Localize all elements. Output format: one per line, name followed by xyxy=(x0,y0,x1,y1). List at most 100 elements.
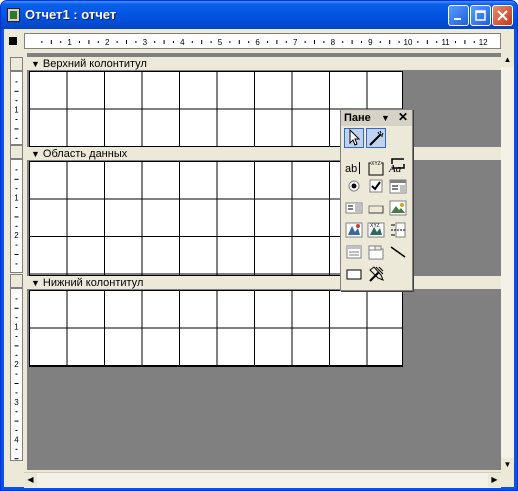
rectangle-icon xyxy=(346,269,362,280)
option-group-icon: XYZ xyxy=(368,160,384,176)
ruler-tick xyxy=(14,128,19,130)
ruler-number: 2 xyxy=(14,231,19,240)
scroll-up-button[interactable]: ▲ xyxy=(501,53,514,67)
detail-section-selector[interactable] xyxy=(10,145,23,159)
detail-bar[interactable]: ▼ Область данных xyxy=(27,147,501,161)
ruler-tick xyxy=(15,119,18,120)
ruler-tick xyxy=(173,41,174,43)
page-header-bar[interactable]: ▼ Верхний колонтитул xyxy=(27,57,501,71)
page-footer-section[interactable] xyxy=(29,290,403,367)
vertical-ruler[interactable]: 1 12 1234 xyxy=(7,53,25,461)
combo-box-icon xyxy=(389,179,407,194)
rectangle-tool[interactable] xyxy=(344,264,364,284)
select-objects-icon xyxy=(349,128,361,146)
ruler-tick xyxy=(14,307,19,309)
ruler-tick xyxy=(15,225,18,227)
toggle-button-tool[interactable] xyxy=(388,154,408,174)
ruler-tick xyxy=(191,41,193,43)
ruler-tick xyxy=(14,345,19,347)
ruler-tick xyxy=(323,41,325,43)
ruler-tick xyxy=(163,40,165,44)
ruler-tick xyxy=(473,41,475,43)
title-bar[interactable]: Отчет1 : отчет xyxy=(1,1,517,29)
line-tool[interactable] xyxy=(388,242,408,262)
bound-object-frame-tool[interactable]: XYZ xyxy=(366,220,386,240)
list-box-tool[interactable] xyxy=(344,198,364,218)
ruler-tick xyxy=(417,41,419,43)
check-box-icon xyxy=(369,179,383,193)
ruler-tick xyxy=(41,41,43,43)
footer-section-selector[interactable] xyxy=(10,274,23,288)
toggle-button-icon xyxy=(391,158,405,169)
detail-label: Область данных xyxy=(42,148,128,160)
ruler-number: 6 xyxy=(255,38,260,47)
ruler-number: 1 xyxy=(14,323,19,332)
ruler-tick xyxy=(379,41,381,43)
ruler-tick xyxy=(285,41,287,43)
minimize-button[interactable] xyxy=(448,5,469,26)
svg-text:XYZ: XYZ xyxy=(370,223,380,229)
line-icon xyxy=(390,246,406,258)
header-section-selector[interactable] xyxy=(10,57,23,71)
unbound-object-frame-tool[interactable] xyxy=(344,220,364,240)
ruler-tick xyxy=(14,254,19,255)
image-icon xyxy=(389,200,407,216)
page-break-icon xyxy=(391,222,406,238)
svg-text:XYZ: XYZ xyxy=(371,161,381,167)
bound-object-frame-icon: XYZ xyxy=(367,222,385,238)
ruler-tick xyxy=(79,41,80,43)
toolbox-options-icon[interactable]: ▼ xyxy=(381,110,390,126)
ruler-tick xyxy=(15,336,18,337)
toolbox-titlebar[interactable]: Пане ▼ ✕ xyxy=(341,110,412,126)
toolbox-close-icon[interactable]: ✕ xyxy=(398,109,408,125)
report-selector[interactable] xyxy=(9,37,17,45)
ruler-number: 11 xyxy=(441,38,450,47)
design-canvas: ▼ Верхний колонтитул ▼ Область данных ▼ Ниж… xyxy=(27,53,501,470)
page-footer-bar[interactable]: ▼ Нижний колонтитул xyxy=(27,276,501,290)
scroll-left-button[interactable]: ◀ xyxy=(24,473,37,487)
text-box-tool[interactable]: ab xyxy=(344,158,364,178)
ruler-tick xyxy=(14,458,19,460)
horizontal-ruler[interactable]: 1 2 3 4 5 6 7 8 9 10 11 12 xyxy=(24,33,501,49)
close-button[interactable] xyxy=(492,5,513,26)
text-box-icon: ab xyxy=(345,162,360,175)
option-group-tool[interactable]: XYZ xyxy=(366,158,386,178)
ruler-tick xyxy=(116,41,118,43)
control-wizards-tool[interactable] xyxy=(366,128,386,148)
ruler-tick xyxy=(14,178,19,180)
more-controls-tool[interactable] xyxy=(366,264,386,284)
report-icon[interactable] xyxy=(7,8,20,22)
horizontal-scrollbar[interactable]: ◀ ▶ xyxy=(24,472,501,488)
control-wizards-icon xyxy=(369,130,384,146)
ruler-number: 10 xyxy=(404,38,413,47)
vertical-scrollbar[interactable]: ▲ ▼ xyxy=(501,53,514,472)
ruler-tick xyxy=(426,40,428,44)
scroll-down-button[interactable]: ▼ xyxy=(501,458,514,472)
image-tool[interactable] xyxy=(388,198,408,218)
svg-text:ab: ab xyxy=(345,163,357,175)
ruler-tick xyxy=(398,41,400,43)
ruler-tick xyxy=(229,41,231,43)
page-break-tool[interactable] xyxy=(388,220,408,240)
ruler-tick xyxy=(88,40,90,44)
ruler-tick xyxy=(201,40,203,44)
ruler-tick xyxy=(60,41,62,43)
ruler-tick xyxy=(14,216,19,218)
ruler-tick xyxy=(15,298,18,300)
toolbox-panel[interactable]: Пане ▼ ✕ Aa ab XYZ XYZ xyxy=(340,109,413,291)
option-button-tool[interactable] xyxy=(344,176,364,196)
ruler-number: 7 xyxy=(293,38,298,47)
ruler-tick xyxy=(464,40,466,44)
subform-tool[interactable] xyxy=(344,242,364,262)
command-button-tool[interactable] xyxy=(366,198,386,218)
ruler-tick xyxy=(210,41,212,43)
ruler-tick xyxy=(14,383,19,384)
combo-box-tool[interactable] xyxy=(388,176,408,196)
maximize-button[interactable] xyxy=(470,5,491,26)
select-objects-tool[interactable] xyxy=(344,128,364,148)
tab-control-tool[interactable] xyxy=(366,242,386,262)
scroll-right-button[interactable]: ▶ xyxy=(488,473,501,487)
ruler-tick xyxy=(14,420,19,422)
check-box-tool[interactable] xyxy=(366,176,386,196)
size-grip[interactable] xyxy=(501,472,514,487)
